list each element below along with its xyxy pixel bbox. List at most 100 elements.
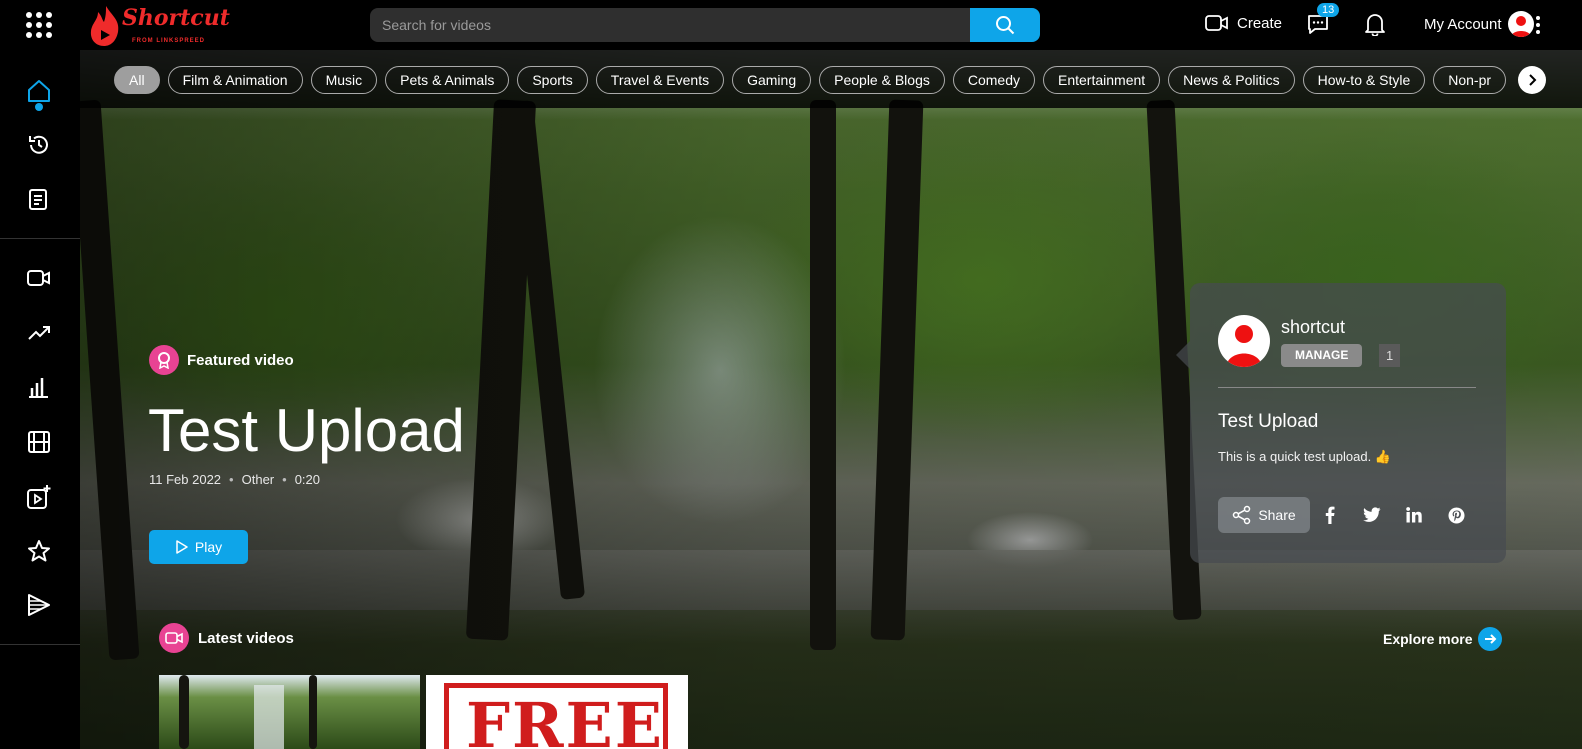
trending-icon xyxy=(28,326,50,340)
category-chip[interactable]: Comedy xyxy=(952,66,1035,94)
category-chip[interactable]: Travel & Events xyxy=(595,66,725,94)
sidebar-item-trending[interactable] xyxy=(24,318,54,348)
featured-category: Other xyxy=(241,472,275,487)
category-next-button[interactable] xyxy=(1518,66,1546,94)
video-camera-icon xyxy=(1205,15,1228,31)
add-video-icon xyxy=(27,485,51,509)
card-video-description: This is a quick test upload. 👍 xyxy=(1218,449,1391,464)
sidebar-item-home[interactable] xyxy=(24,76,54,106)
logo-text: Shortcut xyxy=(122,5,230,31)
featured-badge-icon xyxy=(149,345,179,375)
home-icon xyxy=(28,80,50,102)
linkedin-icon[interactable] xyxy=(1404,505,1424,525)
card-divider xyxy=(1218,387,1476,388)
create-label: Create xyxy=(1237,14,1283,32)
twitter-icon[interactable] xyxy=(1362,505,1382,525)
category-chip[interactable]: Film & Animation xyxy=(167,66,303,94)
video-thumbnail[interactable]: FREE xyxy=(426,675,688,749)
category-bar: All Film & Animation Music Pets & Animal… xyxy=(80,50,1582,108)
sidebar-item-history[interactable] xyxy=(24,130,54,160)
search-button[interactable] xyxy=(970,8,1040,42)
logo[interactable]: Shortcut FROM LINKSPREED xyxy=(88,2,230,48)
stats-icon xyxy=(29,378,48,398)
play-icon xyxy=(176,540,188,554)
history-icon xyxy=(29,135,48,154)
category-list: All Film & Animation Music Pets & Animal… xyxy=(114,66,1548,94)
featured-title: Test Upload xyxy=(148,397,465,464)
notifications-button[interactable] xyxy=(1364,12,1386,41)
featured-duration: 0:20 xyxy=(294,472,320,487)
sidebar-item-add-video[interactable] xyxy=(24,482,54,512)
tree-trunk xyxy=(309,675,317,749)
more-options-icon[interactable] xyxy=(1536,16,1540,34)
share-icon xyxy=(1233,505,1251,525)
category-chip[interactable]: People & Blogs xyxy=(819,66,945,94)
category-chip[interactable]: Pets & Animals xyxy=(385,66,510,94)
meta-separator: • xyxy=(282,472,287,487)
meta-separator: • xyxy=(229,472,234,487)
video-info-card: shortcut MANAGE 1 Test Upload This is a … xyxy=(1176,283,1506,563)
building-shape xyxy=(254,685,284,749)
channel-name[interactable]: shortcut xyxy=(1281,317,1345,338)
share-button[interactable]: Share xyxy=(1218,497,1310,533)
video-icon xyxy=(27,270,50,286)
featured-label-text: Featured video xyxy=(187,351,294,369)
play-button[interactable]: Play xyxy=(149,530,248,564)
category-chip[interactable]: News & Politics xyxy=(1168,66,1295,94)
top-bar: Shortcut FROM LINKSPREED Create 13 My xyxy=(0,0,1582,50)
card-pointer xyxy=(1176,341,1190,369)
category-chip[interactable]: Non-pr xyxy=(1433,66,1507,94)
channel-avatar[interactable] xyxy=(1218,315,1270,367)
create-button[interactable]: Create xyxy=(1205,13,1282,33)
explore-more-label: Explore more xyxy=(1383,631,1473,647)
search-icon xyxy=(996,16,1015,35)
avatar xyxy=(1507,11,1534,37)
apps-grid-icon[interactable] xyxy=(24,10,54,40)
latest-videos-icon xyxy=(159,623,189,653)
search-bar xyxy=(370,8,1040,42)
share-label: Share xyxy=(1258,507,1296,523)
featured-date: 11 Feb 2022 xyxy=(149,472,222,487)
video-thumbnail[interactable] xyxy=(159,675,420,749)
sidebar-item-media[interactable] xyxy=(24,590,54,620)
featured-meta: 11 Feb 2022 • Other • 0:20 xyxy=(149,472,320,487)
film-icon xyxy=(28,431,50,453)
category-chip[interactable]: How-to & Style xyxy=(1302,66,1426,94)
latest-videos-label: Latest videos xyxy=(198,629,294,647)
play-label: Play xyxy=(194,539,223,555)
category-chip[interactable]: Entertainment xyxy=(1043,66,1161,94)
award-icon xyxy=(158,352,170,369)
sidebar-item-stats[interactable] xyxy=(24,372,54,402)
featured-label: Featured video xyxy=(149,345,294,375)
sidebar-item-playlists[interactable] xyxy=(24,184,54,214)
facebook-icon[interactable] xyxy=(1320,505,1340,525)
category-chip[interactable]: Gaming xyxy=(732,66,812,94)
flame-logo-icon xyxy=(90,6,119,46)
sidebar-item-videos[interactable] xyxy=(24,263,54,293)
sidebar-item-films[interactable] xyxy=(24,427,54,457)
playlist-icon xyxy=(29,189,47,210)
manage-button[interactable]: MANAGE xyxy=(1281,344,1363,367)
video-camera-icon xyxy=(165,632,183,644)
explore-more-link[interactable]: Explore more xyxy=(1383,627,1503,651)
active-indicator xyxy=(35,103,43,111)
bell-icon xyxy=(1365,14,1385,37)
user-avatar-icon xyxy=(1510,16,1531,37)
tree-trunk xyxy=(179,675,189,749)
user-avatar-icon xyxy=(1226,325,1262,367)
card-video-title: Test Upload xyxy=(1218,411,1319,432)
sidebar xyxy=(0,50,80,749)
logo-subtitle: FROM LINKSPREED xyxy=(132,38,206,44)
pinterest-icon[interactable] xyxy=(1446,505,1466,525)
category-chip[interactable]: Sports xyxy=(517,66,588,94)
sidebar-divider xyxy=(0,644,80,645)
category-chip[interactable]: Music xyxy=(310,66,378,94)
account-label: My Account xyxy=(1424,15,1502,33)
arrow-right-icon xyxy=(1478,627,1503,651)
media-icon xyxy=(28,594,50,616)
sidebar-item-favorites[interactable] xyxy=(24,536,54,566)
sidebar-divider xyxy=(0,238,80,239)
category-chip-all[interactable]: All xyxy=(114,66,160,94)
search-input[interactable] xyxy=(370,8,970,42)
account-menu[interactable]: My Account xyxy=(1424,11,1534,37)
